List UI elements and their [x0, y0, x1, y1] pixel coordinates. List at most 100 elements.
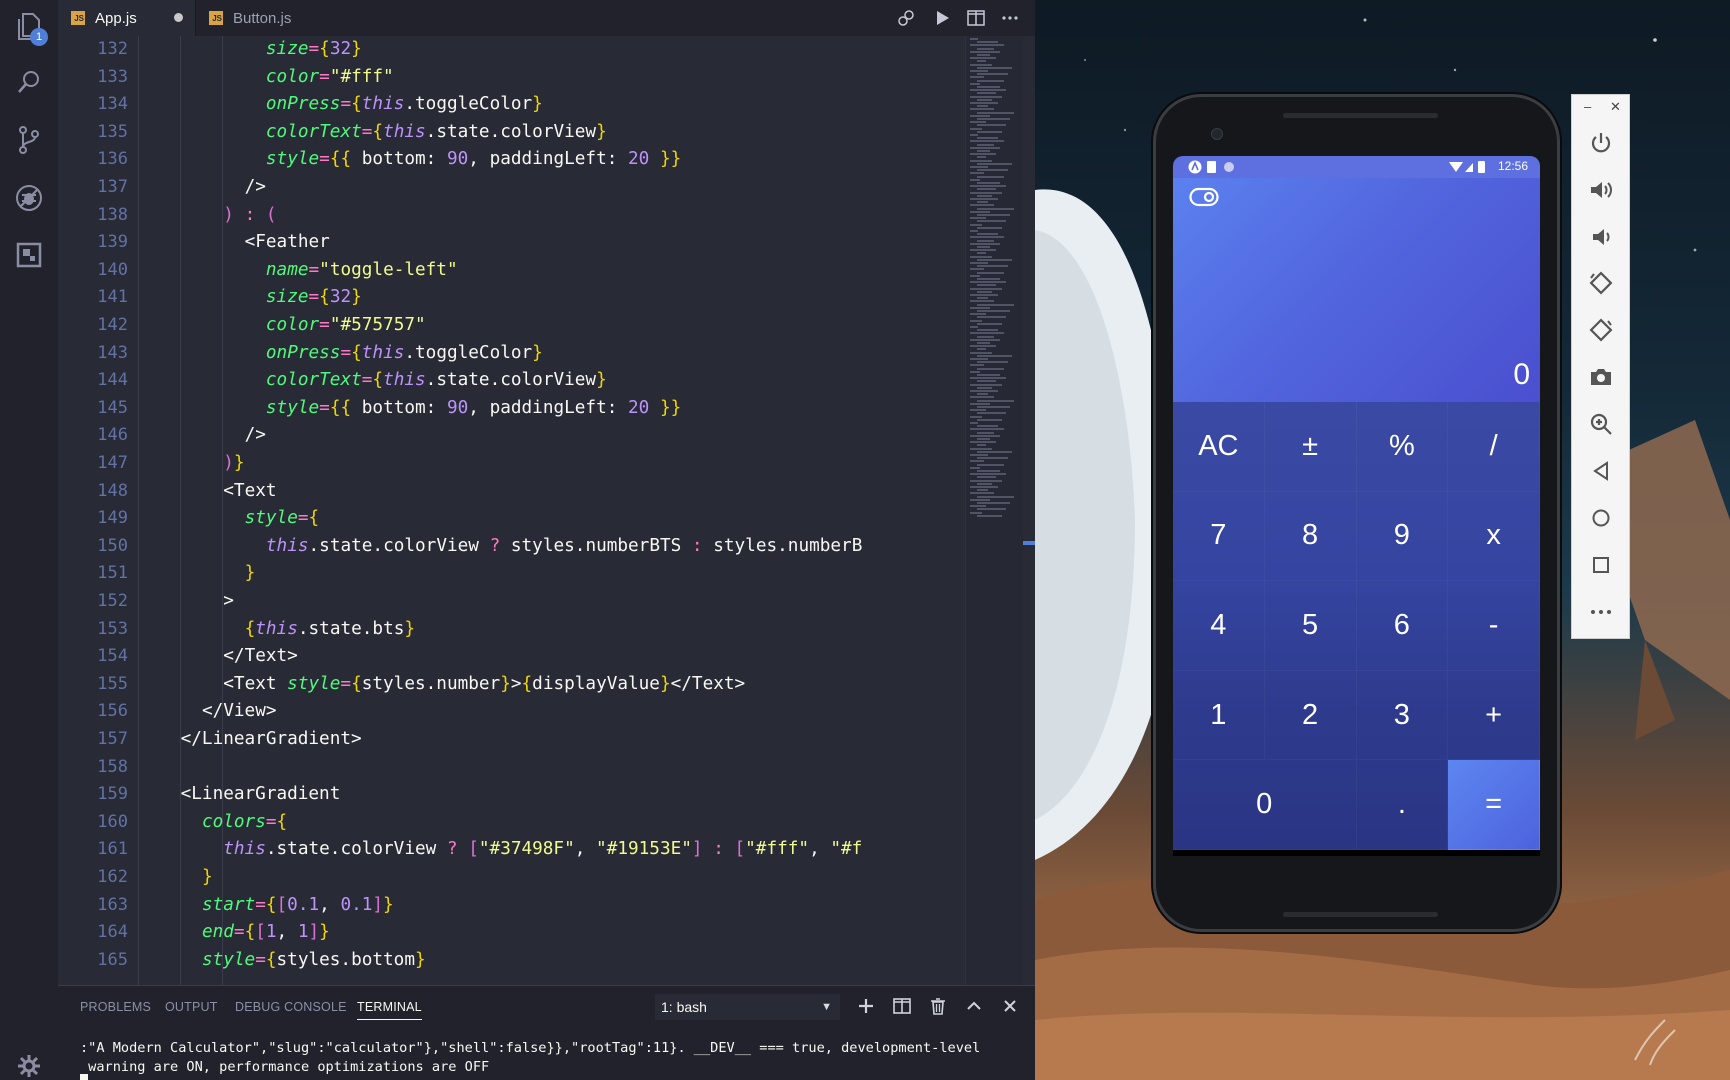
- new-terminal-icon[interactable]: [855, 995, 877, 1017]
- trash-icon[interactable]: [927, 995, 949, 1017]
- tab-label: App.js: [95, 9, 137, 27]
- search-icon[interactable]: [11, 64, 47, 100]
- minimap-line: [970, 370, 980, 373]
- calc-key[interactable]: /: [1448, 402, 1540, 492]
- settings-gear-icon[interactable]: [16, 1053, 42, 1079]
- line-number: 159: [97, 784, 128, 805]
- signal-battery-icons: [1449, 161, 1485, 173]
- code-line: <Feather: [245, 229, 330, 257]
- tab-terminal[interactable]: TERMINAL: [357, 1000, 422, 1020]
- explorer-badge: 1: [30, 28, 48, 46]
- code-token: [: [276, 894, 288, 915]
- minimap-line: [977, 303, 1014, 306]
- code-line: />: [245, 174, 266, 202]
- debug-icon[interactable]: [11, 180, 47, 216]
- phone-screen[interactable]: 12:56 0 AC ±%/ 7 8 9 x 4 5 6- 1 2 3 +0. =: [1173, 156, 1540, 856]
- code-token: onPress: [265, 342, 341, 363]
- minimap-line: [977, 361, 1008, 364]
- code-token: number: [436, 673, 501, 694]
- minimize-button[interactable]: –: [1584, 99, 1591, 114]
- code-line: </LinearGradient>: [181, 726, 362, 754]
- minimap-line: [977, 297, 988, 300]
- vertical-scrollbar[interactable]: [1023, 36, 1035, 985]
- minimap-line: [970, 383, 1002, 386]
- calc-key[interactable]: 5: [1264, 581, 1357, 671]
- close-icon[interactable]: [999, 995, 1021, 1017]
- code-token: .: [329, 839, 341, 860]
- calc-key[interactable]: ±: [1264, 402, 1357, 492]
- calc-key[interactable]: 2: [1264, 670, 1357, 761]
- overview-icon[interactable]: [1588, 552, 1614, 578]
- code-token: state: [436, 121, 490, 142]
- extensions-icon[interactable]: [11, 237, 47, 273]
- code-token: toggleColor: [415, 94, 533, 115]
- calc-key[interactable]: 3: [1356, 670, 1449, 761]
- rotate-right-icon[interactable]: [1588, 317, 1614, 343]
- open-changes-icon[interactable]: [896, 8, 916, 28]
- calc-key[interactable]: 9: [1356, 491, 1449, 582]
- calc-key[interactable]: .: [1356, 760, 1449, 850]
- code-token: ]: [372, 894, 384, 915]
- tab-label: Button.js: [233, 9, 292, 27]
- terminal-select[interactable]: 1: bash ▼: [655, 994, 840, 1020]
- rotate-left-icon[interactable]: [1588, 270, 1614, 296]
- minimap-line: [977, 175, 1004, 178]
- minimap-line: [977, 335, 994, 338]
- minimap-line: [977, 444, 986, 447]
- status-clock: 12:56: [1497, 159, 1528, 173]
- calc-key[interactable]: -: [1448, 581, 1540, 671]
- run-icon[interactable]: [932, 8, 952, 28]
- close-button[interactable]: ✕: [1610, 99, 1621, 115]
- calc-key[interactable]: 6: [1356, 581, 1449, 671]
- minimap-line: [970, 492, 994, 495]
- minimap-line: [970, 498, 990, 501]
- chevron-up-icon[interactable]: [963, 995, 985, 1017]
- code-token: "#fff": [745, 839, 810, 860]
- power-icon[interactable]: [1588, 130, 1614, 156]
- volume-up-icon[interactable]: [1588, 177, 1614, 203]
- more-icon[interactable]: [1588, 599, 1614, 625]
- code-token: bottom:: [351, 397, 447, 418]
- code-token: ]: [308, 922, 320, 943]
- tab-output[interactable]: OUTPUT: [165, 1000, 218, 1014]
- code-token: =: [308, 39, 320, 59]
- zoom-icon[interactable]: [1588, 411, 1614, 437]
- code-token: colorView: [500, 370, 597, 391]
- calc-key[interactable]: 7: [1173, 491, 1265, 582]
- terminal-line: warning are ON, performance optimization…: [80, 1059, 490, 1075]
- calc-equals-key[interactable]: =: [1448, 760, 1540, 850]
- unsaved-dot-icon[interactable]: [174, 13, 183, 22]
- minimap-line: [970, 178, 980, 181]
- calc-key[interactable]: +: [1448, 670, 1540, 761]
- source-control-icon[interactable]: [11, 122, 47, 158]
- calc-key[interactable]: 0: [1173, 760, 1357, 850]
- tab-debug-console[interactable]: DEBUG CONSOLE: [235, 1000, 347, 1014]
- minimap-line: [977, 367, 1004, 370]
- minimap-line: [977, 258, 1012, 261]
- minimap-line: [977, 431, 994, 434]
- code-token: =: [319, 397, 330, 418]
- minimap[interactable]: [965, 36, 1023, 985]
- calc-key[interactable]: 1: [1173, 670, 1265, 761]
- split-terminal-icon[interactable]: [891, 995, 913, 1017]
- calc-key[interactable]: 4: [1173, 581, 1265, 671]
- more-actions-icon[interactable]: [1000, 8, 1020, 28]
- volume-down-icon[interactable]: [1588, 224, 1614, 250]
- code-token: {: [265, 949, 277, 970]
- split-editor-icon[interactable]: [966, 8, 986, 28]
- minimap-line: [977, 284, 996, 287]
- calc-key[interactable]: AC: [1173, 402, 1265, 492]
- calc-key[interactable]: %: [1356, 402, 1449, 492]
- minimap-line: [970, 127, 982, 130]
- calc-key[interactable]: 8: [1264, 491, 1357, 582]
- back-icon[interactable]: [1588, 458, 1614, 484]
- calc-key[interactable]: x: [1448, 491, 1540, 582]
- tab-app-js[interactable]: JS App.js: [58, 0, 195, 36]
- code-editor[interactable]: 132 133 134 135 136 137 138 139 140 141 142 143 144 1…: [58, 36, 1035, 985]
- tab-problems[interactable]: PROBLEMS: [80, 1000, 151, 1014]
- theme-toggle-icon[interactable]: [1189, 187, 1219, 207]
- camera-icon[interactable]: [1588, 364, 1614, 390]
- tab-button-js[interactable]: JS Button.js: [195, 0, 325, 36]
- code-area[interactable]: size={32} color="#fff" onPress={this.toggl…: [138, 36, 1023, 985]
- home-icon[interactable]: [1588, 505, 1614, 531]
